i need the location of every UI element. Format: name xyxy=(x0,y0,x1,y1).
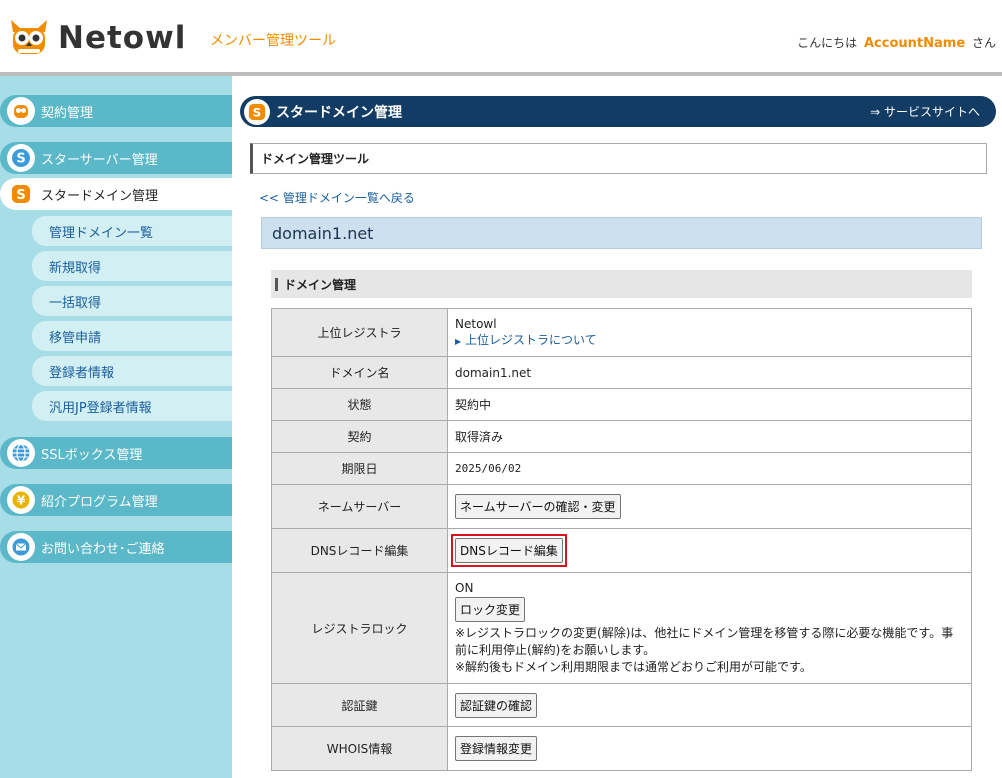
header: Netowl メンバー管理ツール こんにちは AccountName さん xyxy=(0,0,1002,72)
sidebar-item-contact[interactable]: お問い合わせ･ご連絡 xyxy=(0,531,232,563)
greeting-suffix: さん xyxy=(971,36,996,50)
back-to-domain-list-link[interactable]: << 管理ドメイン一覧へ戻る xyxy=(259,189,415,206)
tool-subtitle: メンバー管理ツール xyxy=(210,33,336,49)
svg-text:S: S xyxy=(16,152,25,167)
expiry-label: 期限日 xyxy=(271,452,448,485)
svg-text:¥: ¥ xyxy=(17,494,26,508)
table-row: DNSレコード編集 DNSレコード編集 xyxy=(271,528,972,573)
sidebar-item-referral[interactable]: ¥ 紹介プログラム管理 xyxy=(0,484,232,516)
sidebar-item-label: スタードメイン管理 xyxy=(41,188,159,204)
sidebar-subitem-transfer[interactable]: 移管申請 xyxy=(32,321,232,351)
domain-heading-text: domain1.net xyxy=(272,223,374,243)
whois-label: WHOIS情報 xyxy=(271,726,448,771)
sidebar-subitem-new-registration[interactable]: 新規取得 xyxy=(32,251,232,281)
sidebar-subitem-registrant-info[interactable]: 登録者情報 xyxy=(32,356,232,386)
logo[interactable]: Netowl xyxy=(8,18,186,58)
star-domain-icon: S xyxy=(7,180,35,208)
domain-heading: domain1.net xyxy=(261,217,982,249)
sidebar-item-star-domain[interactable]: S スタードメイン管理 xyxy=(0,178,232,210)
contract-value: 取得済み xyxy=(447,420,972,453)
lock-note-2: ※解約後もドメイン利用期限までは通常どおりご利用が可能です。 xyxy=(455,660,812,674)
domain-name-label: ドメイン名 xyxy=(271,356,448,389)
dns-record-label: DNSレコード編集 xyxy=(271,528,448,573)
sidebar-subitem-jp-registrant-info[interactable]: 汎用JP登録者情報 xyxy=(32,391,232,421)
lock-note-1: ※レジストラロックの変更(解除)は、他社にドメイン管理を移管する際に必要な機能で… xyxy=(455,626,954,657)
sidebar-item-label: スターサーバー管理 xyxy=(41,152,158,168)
globe-icon xyxy=(7,439,35,467)
tool-title-box: ドメイン管理ツール xyxy=(250,143,987,174)
registrar-cell: Netowl ▶ 上位レジストラについて xyxy=(447,308,972,357)
nameserver-label: ネームサーバー xyxy=(271,484,448,529)
registrar-about-link[interactable]: 上位レジストラについて xyxy=(465,333,597,347)
sidebar-item-contract[interactable]: 契約管理 xyxy=(0,95,232,127)
table-row: 認証鍵 認証鍵の確認 xyxy=(271,683,972,727)
dns-record-edit-button[interactable]: DNSレコード編集 xyxy=(455,538,563,563)
sidebar-item-label: 紹介プログラム管理 xyxy=(41,494,158,510)
registrar-lock-label: レジストラロック xyxy=(271,572,448,684)
auth-key-button[interactable]: 認証鍵の確認 xyxy=(455,692,538,718)
sidebar-item-label: お問い合わせ･ご連絡 xyxy=(41,541,165,557)
sidebar-item-ssl-box[interactable]: SSLボックス管理 xyxy=(0,437,232,469)
tool-title: ドメイン管理ツール xyxy=(261,152,370,166)
status-value: 契約中 xyxy=(447,388,972,421)
star-server-icon: S xyxy=(7,144,35,172)
greeting-prefix: こんにちは xyxy=(797,36,858,50)
table-row: ドメイン名 domain1.net xyxy=(271,356,972,389)
sidebar-item-star-server[interactable]: S スターサーバー管理 xyxy=(0,142,232,174)
arrow-right-icon: ▶ xyxy=(455,336,462,346)
registrar-value: Netowl xyxy=(455,316,497,331)
auth-key-label: 認証鍵 xyxy=(271,683,448,727)
whois-edit-button[interactable]: 登録情報変更 xyxy=(455,736,538,761)
star-domain-icon: S xyxy=(244,98,270,125)
status-label: 状態 xyxy=(271,388,448,421)
lock-change-button[interactable]: ロック変更 xyxy=(455,597,526,622)
svg-text:S: S xyxy=(16,188,25,203)
contract-label: 契約 xyxy=(271,420,448,453)
registrar-label: 上位レジストラ xyxy=(271,308,448,357)
domain-name-value: domain1.net xyxy=(447,356,972,389)
dns-highlight-frame: DNSレコード編集 xyxy=(451,534,567,567)
account-name: AccountName xyxy=(864,36,966,51)
sidebar-subitem-domain-list[interactable]: 管理ドメイン一覧 xyxy=(32,216,232,246)
section-heading: ドメイン管理 xyxy=(271,270,972,298)
table-row: ネームサーバー ネームサーバーの確認・変更 xyxy=(271,484,972,529)
brand-name: Netowl xyxy=(58,20,187,56)
registrar-lock-value: ON xyxy=(455,581,474,595)
table-row: レジストラロック ON ロック変更 ※レジストラロックの変更(解除)は、他社にド… xyxy=(271,572,972,684)
sidebar-item-label: 契約管理 xyxy=(41,105,94,121)
nameserver-button[interactable]: ネームサーバーの確認・変更 xyxy=(455,494,621,519)
expiry-value: 2025/06/02 xyxy=(447,452,972,485)
sidebar-subitem-bulk-registration[interactable]: 一括取得 xyxy=(32,286,232,316)
sidebar-item-label: SSLボックス管理 xyxy=(41,447,143,463)
table-row: 契約 取得済み xyxy=(271,420,972,453)
yen-icon: ¥ xyxy=(7,486,35,514)
section-title: ドメイン管理 xyxy=(284,277,357,292)
table-row: 期限日 2025/06/02 xyxy=(271,452,972,485)
table-row: 上位レジストラ Netowl ▶ 上位レジストラについて xyxy=(271,308,972,357)
service-site-link[interactable]: ⇒ サービスサイトへ xyxy=(870,103,980,120)
svg-text:S: S xyxy=(253,105,261,119)
page-title: スタードメイン管理 xyxy=(276,104,402,121)
section-marker xyxy=(275,277,278,291)
user-greeting: こんにちは AccountName さん xyxy=(797,34,996,51)
owl-logo-icon xyxy=(8,18,50,58)
owl-icon xyxy=(7,97,35,125)
table-row: 状態 契約中 xyxy=(271,388,972,421)
domain-info-table: 上位レジストラ Netowl ▶ 上位レジストラについて ドメイン名 domai… xyxy=(271,308,972,771)
page-title-bar: S スタードメイン管理 ⇒ サービスサイトへ xyxy=(240,96,996,127)
table-row: WHOIS情報 登録情報変更 xyxy=(271,726,972,771)
mail-icon xyxy=(7,533,35,561)
